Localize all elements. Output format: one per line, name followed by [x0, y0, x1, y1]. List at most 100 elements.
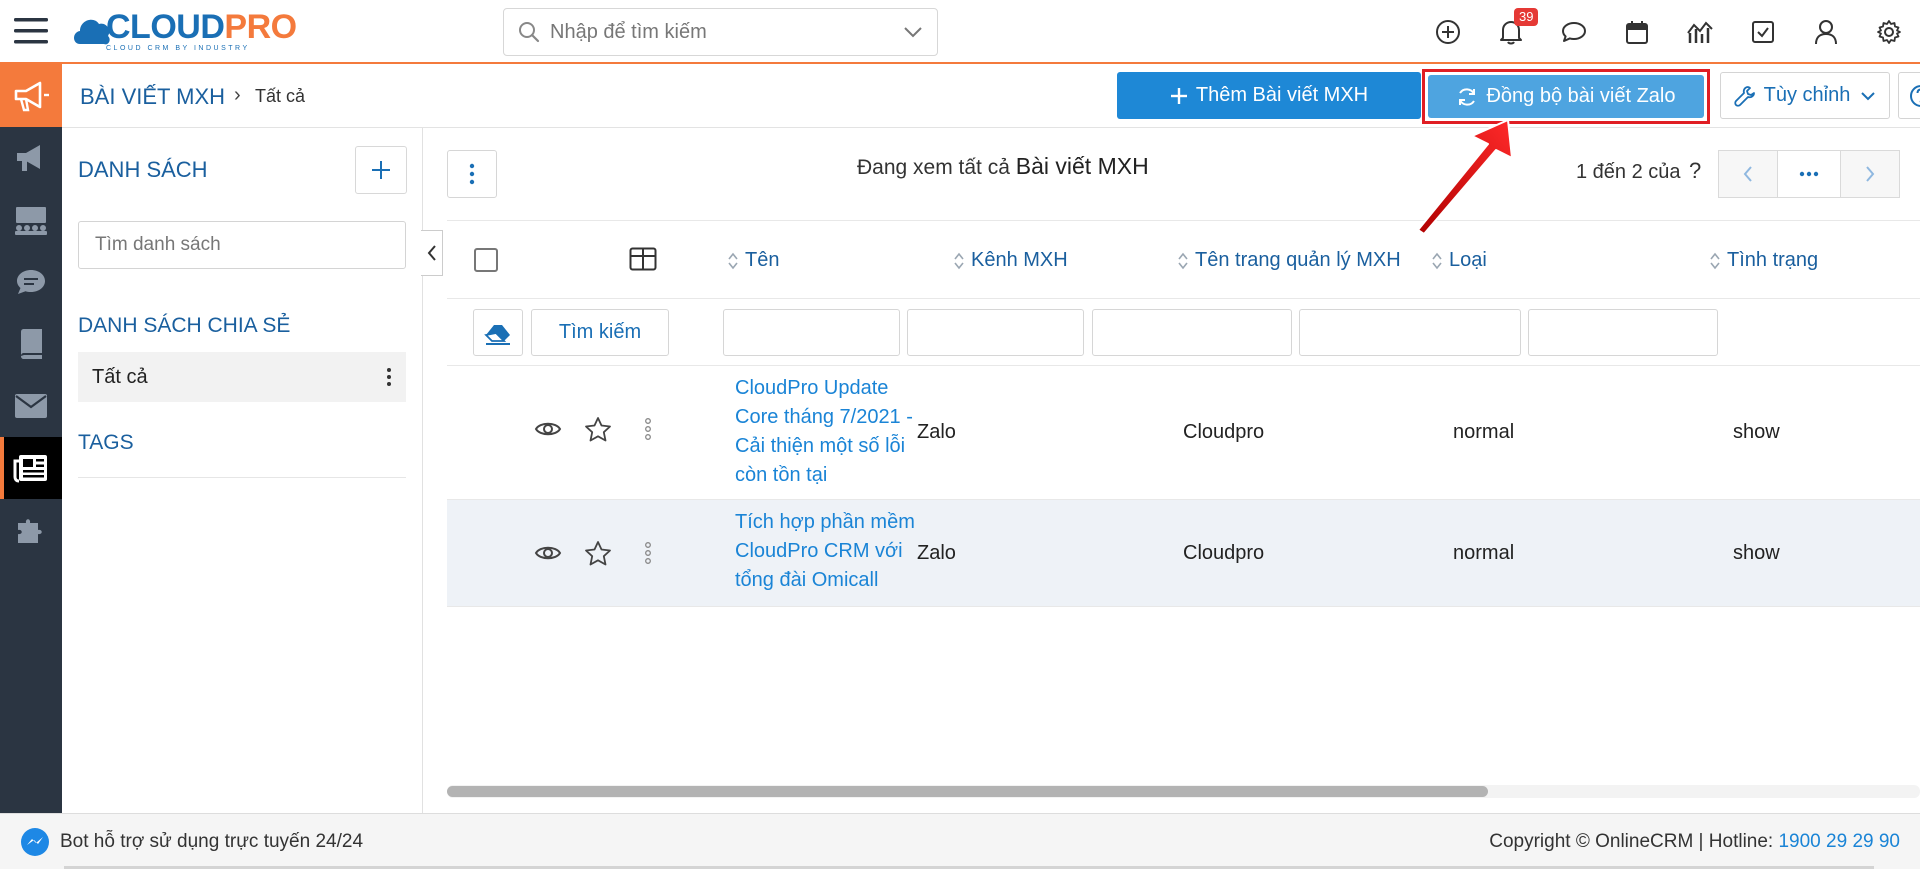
- help-button[interactable]: [1898, 72, 1920, 119]
- sort-icon: [728, 252, 738, 269]
- table-header: Tên Kênh MXH Tên trang quản lý MXH Loại …: [447, 220, 1920, 299]
- column-header-page-name[interactable]: Tên trang quản lý MXH: [1177, 249, 1401, 272]
- star-record-button[interactable]: [573, 416, 623, 442]
- star-icon: [585, 417, 611, 442]
- sidebar-item-knowledge-base[interactable]: [0, 313, 62, 375]
- tasks-button[interactable]: [1731, 0, 1794, 64]
- pager-total-unknown[interactable]: ?: [1689, 158, 1701, 184]
- customize-label: Tùy chỉnh: [1763, 84, 1851, 106]
- record-name-link[interactable]: CloudPro Update Core tháng 7/2021 - Cải …: [735, 374, 935, 490]
- filter-channel-input[interactable]: [907, 309, 1084, 356]
- list-actions-button[interactable]: [447, 150, 497, 198]
- row-more-button[interactable]: [623, 541, 673, 565]
- clear-filters-button[interactable]: [473, 309, 523, 356]
- cell-page-name: Cloudpro: [1183, 421, 1265, 443]
- next-page-button[interactable]: [1840, 150, 1900, 198]
- search-records-button[interactable]: Tìm kiếm: [531, 309, 669, 356]
- chevron-left-icon: [1743, 166, 1752, 182]
- notifications-button[interactable]: 39: [1479, 0, 1542, 64]
- prev-page-button[interactable]: [1718, 150, 1778, 198]
- sort-icon: [954, 252, 964, 269]
- filter-page-name-input[interactable]: [1092, 309, 1292, 356]
- horizontal-scrollbar-thumb[interactable]: [447, 786, 1488, 797]
- table-row[interactable]: Tích hợp phần mềm CloudPro CRM với tổng …: [447, 500, 1920, 607]
- column-grid-icon[interactable]: [629, 247, 657, 271]
- sync-icon: [1459, 87, 1476, 106]
- list-item-label: Tất cả: [92, 365, 148, 388]
- list-search-input[interactable]: [78, 221, 406, 269]
- cell-channel: Zalo: [917, 542, 956, 564]
- select-all-checkbox[interactable]: [474, 248, 498, 272]
- sidebar-item-marketing[interactable]: [0, 64, 62, 127]
- cell-status: show: [1733, 421, 1780, 443]
- calendar-button[interactable]: [1605, 0, 1668, 64]
- breadcrumb-module[interactable]: BÀI VIẾT MXH: [80, 84, 225, 110]
- checkbox-icon: [1751, 21, 1774, 43]
- row-more-button[interactable]: [623, 417, 673, 441]
- vertical-dots-icon: [645, 542, 651, 564]
- collapse-panel-button[interactable]: [421, 230, 443, 276]
- add-social-post-label: Thêm Bài viết MXH: [1195, 84, 1369, 106]
- sync-zalo-posts-button[interactable]: Đồng bộ bài viết Zalo: [1428, 75, 1704, 118]
- list-item-all[interactable]: Tất cả: [78, 352, 406, 402]
- logo-tagline: CLOUD CRM BY INDUSTRY: [106, 45, 250, 52]
- vertical-dots-icon: [469, 163, 475, 185]
- hotline-link[interactable]: 1900 29 29 90: [1778, 831, 1900, 852]
- footer: Bot hỗ trợ sử dụng trực tuyến 24/24 Copy…: [0, 813, 1920, 869]
- chevron-left-icon: [427, 245, 436, 261]
- table-row[interactable]: CloudPro Update Core tháng 7/2021 - Cải …: [447, 366, 1920, 500]
- viewing-module: Bài viết MXH: [1015, 153, 1149, 179]
- global-search-input[interactable]: [550, 20, 903, 44]
- chevron-down-icon[interactable]: [903, 26, 923, 38]
- menu-toggle-button[interactable]: [0, 0, 62, 62]
- quick-create-button[interactable]: [1416, 0, 1479, 64]
- cell-channel: Zalo: [917, 421, 956, 443]
- chat-button[interactable]: [1542, 0, 1605, 64]
- global-search[interactable]: [503, 8, 938, 56]
- calendar-icon: [1625, 21, 1648, 44]
- settings-button[interactable]: [1857, 0, 1920, 64]
- cloudpro-logo[interactable]: CLOUDPRO CLOUD CRM BY INDUSTRY: [72, 0, 297, 62]
- filter-name-input[interactable]: [723, 309, 900, 356]
- records-table: Tên Kênh MXH Tên trang quản lý MXH Loại …: [447, 220, 1920, 607]
- support-chat-link[interactable]: Bot hỗ trợ sử dụng trực tuyến 24/24: [20, 827, 363, 857]
- filter-row: Tìm kiếm: [447, 299, 1920, 366]
- add-list-button[interactable]: [355, 146, 407, 194]
- column-header-status[interactable]: Tình trạng: [1709, 249, 1818, 272]
- logo-accent-text: PRO: [224, 8, 297, 46]
- breadcrumb-separator: ›: [234, 84, 241, 106]
- sidebar-item-extensions[interactable]: [0, 499, 62, 561]
- customize-dropdown-button[interactable]: Tùy chỉnh: [1720, 72, 1890, 119]
- column-header-type[interactable]: Loại: [1431, 249, 1487, 272]
- newspaper-icon: [13, 455, 47, 483]
- sidebar-item-events[interactable]: [0, 189, 62, 251]
- sidebar-item-campaigns[interactable]: [0, 127, 62, 189]
- column-header-name[interactable]: Tên: [727, 249, 779, 272]
- user-profile-button[interactable]: [1794, 0, 1857, 64]
- reports-button[interactable]: [1668, 0, 1731, 64]
- cell-page-name: Cloudpro: [1183, 542, 1265, 564]
- more-horizontal-icon: [1799, 171, 1819, 177]
- message-icon: [17, 270, 45, 294]
- sync-zalo-posts-label: Đồng bộ bài viết Zalo: [1486, 85, 1676, 107]
- add-social-post-button[interactable]: Thêm Bài viết MXH: [1117, 72, 1421, 119]
- filter-status-input[interactable]: [1528, 309, 1718, 356]
- view-record-button[interactable]: [523, 543, 573, 563]
- view-record-button[interactable]: [523, 419, 573, 439]
- sidebar-item-email[interactable]: [0, 375, 62, 437]
- shared-lists-title: DANH SÁCH CHIA SẺ: [78, 314, 291, 337]
- record-name-link[interactable]: Tích hợp phần mềm CloudPro CRM với tổng …: [735, 508, 935, 595]
- logo-main-text: CLOUD: [106, 8, 225, 46]
- support-chat-text: Bot hỗ trợ sử dụng trực tuyến 24/24: [60, 831, 364, 852]
- column-header-channel[interactable]: Kênh MXH: [953, 249, 1068, 272]
- sidebar-item-messages[interactable]: [0, 251, 62, 313]
- filter-type-input[interactable]: [1299, 309, 1521, 356]
- plus-icon: [372, 161, 390, 179]
- vertical-dots-icon[interactable]: [386, 367, 392, 387]
- module-sidebar: [0, 64, 62, 813]
- sidebar-item-social-posts[interactable]: [0, 437, 62, 499]
- star-record-button[interactable]: [573, 540, 623, 566]
- pagination: [1718, 150, 1900, 198]
- tags-title: TAGS: [78, 431, 134, 454]
- page-jump-button[interactable]: [1778, 150, 1840, 198]
